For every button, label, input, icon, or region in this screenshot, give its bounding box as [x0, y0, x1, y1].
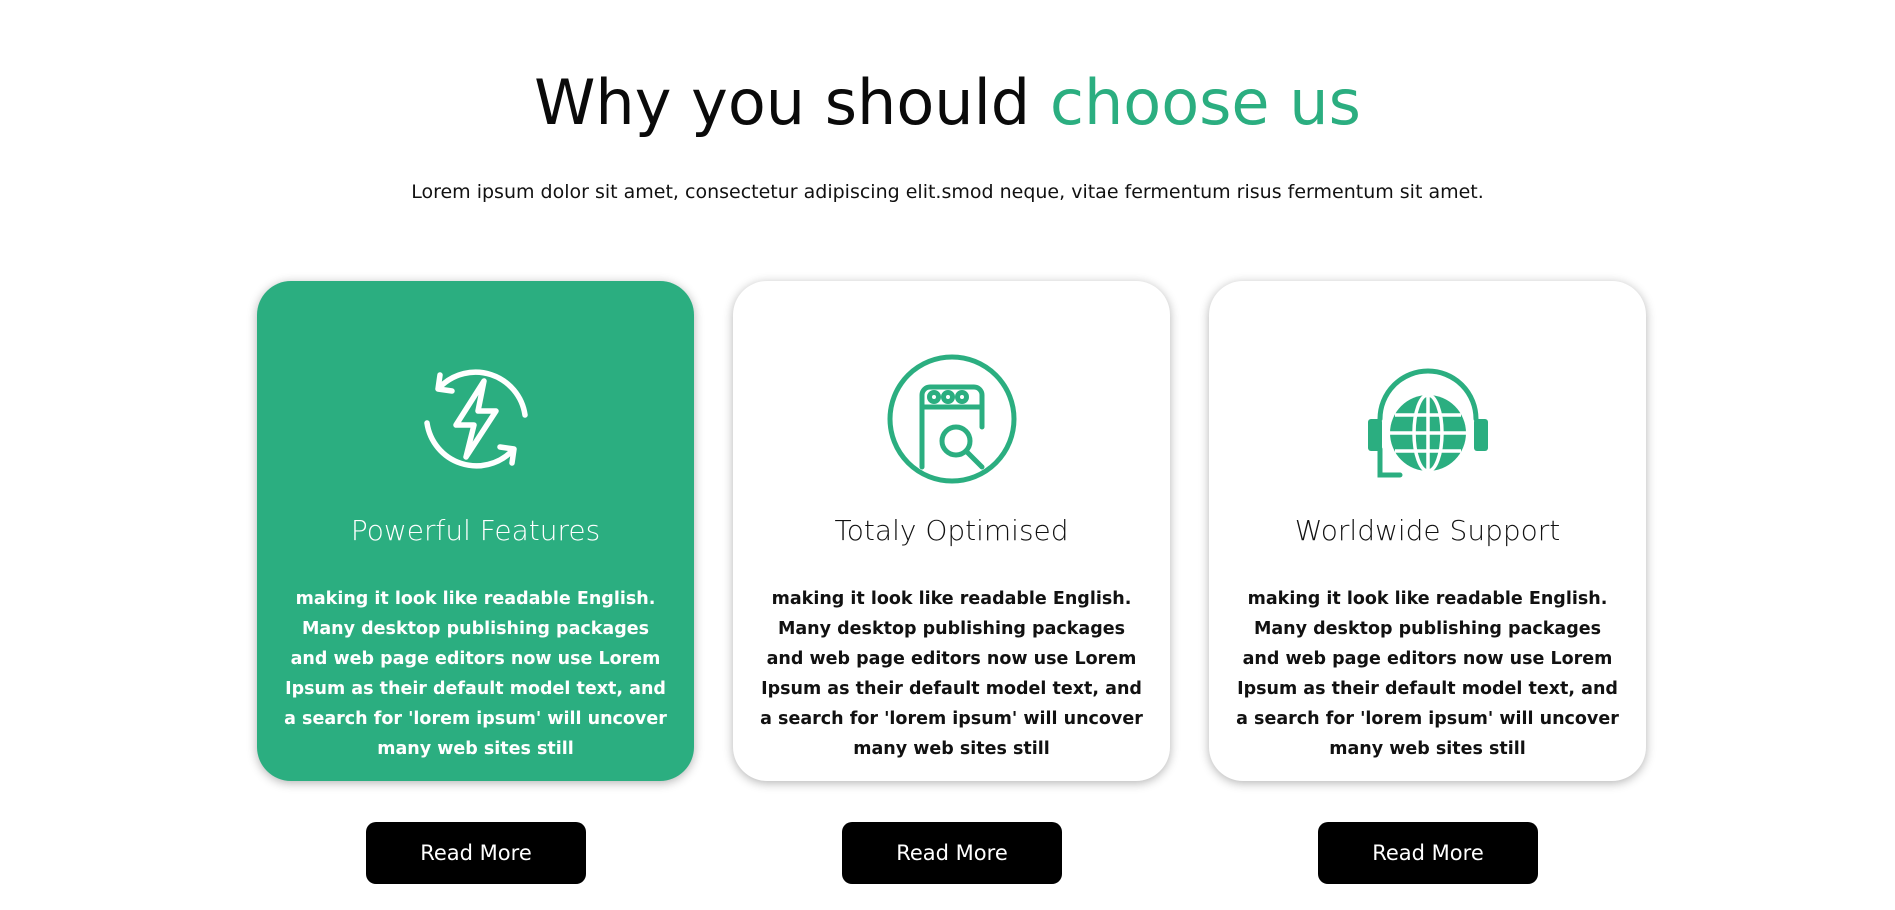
why-choose-us-section: Why you should choose us Lorem ipsum dol…: [0, 0, 1895, 910]
heading-part-1: Why you should: [534, 66, 1050, 139]
read-more-button-worldwide-support[interactable]: Read More: [1318, 822, 1538, 884]
feature-card-worldwide-support[interactable]: Worldwide Support making it look like re…: [1209, 281, 1646, 781]
read-more-button-powerful-features[interactable]: Read More: [366, 822, 586, 884]
feature-card-powerful-features[interactable]: Powerful Features making it look like re…: [257, 281, 694, 781]
feature-cards: Powerful Features making it look like re…: [257, 281, 1647, 781]
card-description: making it look like readable English. Ma…: [284, 589, 667, 759]
card-description: making it look like readable English. Ma…: [1236, 589, 1619, 759]
section-heading: Why you should choose us: [0, 62, 1895, 144]
card-title: Powerful Features: [350, 514, 601, 547]
lightning-refresh-icon: [410, 353, 542, 485]
card-title: Worldwide Support: [1294, 514, 1561, 547]
globe-headset-icon: [1362, 353, 1494, 485]
feature-card-totaly-optimised[interactable]: Totaly Optimised making it look like rea…: [733, 281, 1170, 781]
section-subtitle: Lorem ipsum dolor sit amet, consectetur …: [411, 181, 1484, 203]
read-more-button-totaly-optimised[interactable]: Read More: [842, 822, 1062, 884]
card-title: Totaly Optimised: [834, 514, 1069, 547]
browser-search-icon: [886, 353, 1018, 485]
heading-accent: choose us: [1049, 66, 1361, 139]
card-description: making it look like readable English. Ma…: [760, 589, 1143, 759]
